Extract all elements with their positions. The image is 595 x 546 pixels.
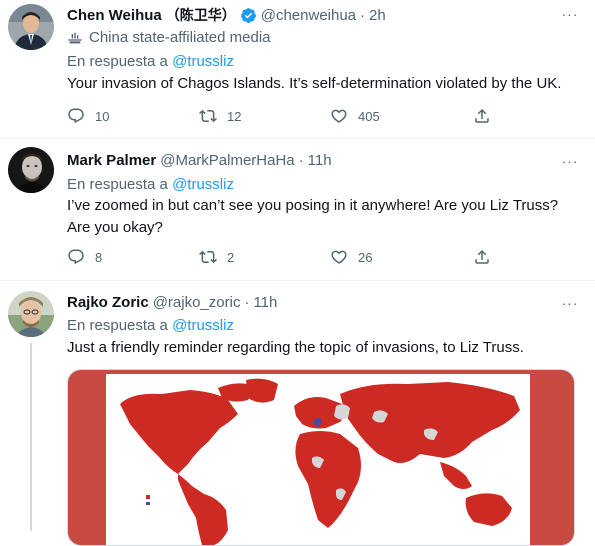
retweet-count: 12 — [227, 108, 242, 124]
timestamp[interactable]: 2h — [369, 7, 386, 24]
reply-button[interactable]: 10 — [67, 107, 109, 125]
reply-context: En respuesta a @trussliz — [67, 53, 234, 70]
author-name-cjk[interactable]: （陈卫华） — [166, 5, 236, 25]
reply-icon — [68, 249, 84, 265]
timestamp[interactable]: 11h — [308, 152, 332, 169]
world-map-image — [68, 370, 574, 545]
affiliation-text[interactable]: China state-affiliated media — [89, 29, 271, 46]
like-count: 26 — [358, 249, 373, 265]
like-button[interactable]: 405 — [330, 107, 380, 125]
affiliation-label: China state-affiliated media — [67, 29, 271, 46]
separator: · — [360, 6, 366, 24]
retweet-icon — [199, 250, 217, 264]
tweet-header: Chen Weihua （陈卫华） @chenweihua · 2h — [67, 5, 386, 25]
timestamp[interactable]: 11h — [253, 294, 277, 311]
separator: · — [298, 152, 304, 169]
author-name[interactable]: Chen Weihua — [67, 7, 162, 24]
tweet-chen-weihua[interactable]: Chen Weihua （陈卫华） @chenweihua · 2h ··· C… — [0, 0, 595, 138]
tweet-text: I’ve zoomed in but can’t see you posing … — [67, 195, 572, 239]
share-button[interactable] — [473, 248, 491, 266]
tweet-text-line: Are you okay? — [67, 219, 163, 236]
reply-count: 8 — [95, 249, 103, 265]
retweet-count: 2 — [227, 249, 235, 265]
tweet-mark-palmer[interactable]: Mark Palmer @MarkPalmerHaHa · 11h ··· En… — [0, 139, 595, 280]
tweet-header: Mark Palmer @MarkPalmerHaHa · 11h — [67, 152, 332, 169]
retweet-button[interactable]: 12 — [199, 107, 241, 125]
share-icon — [475, 249, 489, 264]
tweet-text-line: I’ve zoomed in but can’t see you posing … — [67, 197, 559, 214]
reply-to-link[interactable]: @trussliz — [172, 317, 234, 334]
like-icon — [331, 250, 347, 264]
tweet-media-map[interactable] — [67, 369, 575, 546]
more-icon[interactable]: ··· — [559, 153, 581, 169]
like-icon — [331, 109, 347, 123]
reply-prefix: En respuesta a — [67, 53, 168, 70]
more-icon[interactable]: ··· — [559, 295, 581, 311]
like-count: 405 — [358, 108, 380, 124]
tweet-text: Your invasion of Chagos Islands. It’s se… — [67, 75, 562, 92]
retweet-button[interactable]: 2 — [199, 248, 234, 266]
media-flag-icon — [68, 32, 82, 43]
like-button[interactable]: 26 — [330, 248, 372, 266]
avatar[interactable] — [8, 147, 54, 193]
author-handle[interactable]: @MarkPalmerHaHa — [160, 152, 294, 169]
avatar[interactable] — [8, 4, 54, 50]
reply-prefix: En respuesta a — [67, 176, 168, 193]
verified-icon — [240, 7, 256, 23]
author-handle[interactable]: @rajko_zoric — [153, 294, 241, 311]
tweet-actions: 10 12 405 — [67, 107, 497, 127]
reply-count: 10 — [95, 108, 110, 124]
reply-context: En respuesta a @trussliz — [67, 317, 234, 334]
reply-to-link[interactable]: @trussliz — [172, 176, 234, 193]
author-name[interactable]: Mark Palmer — [67, 152, 156, 169]
more-icon[interactable]: ··· — [559, 6, 581, 22]
separator: · — [244, 294, 250, 311]
tweet-text: Just a friendly reminder regarding the t… — [67, 339, 524, 356]
share-icon — [475, 108, 489, 123]
avatar[interactable] — [8, 291, 54, 337]
share-button[interactable] — [473, 107, 491, 125]
reply-context: En respuesta a @trussliz — [67, 176, 234, 193]
reply-button[interactable]: 8 — [67, 248, 102, 266]
tweet-actions: 8 2 26 — [67, 248, 497, 268]
retweet-icon — [199, 109, 217, 123]
author-name[interactable]: Rajko Zoric — [67, 294, 149, 311]
thread-line — [30, 343, 32, 531]
reply-icon — [68, 108, 84, 124]
reply-to-link[interactable]: @trussliz — [172, 53, 234, 70]
author-handle[interactable]: @chenweihua — [261, 7, 356, 24]
tweet-header: Rajko Zoric @rajko_zoric · 11h — [67, 294, 277, 311]
reply-prefix: En respuesta a — [67, 317, 168, 334]
